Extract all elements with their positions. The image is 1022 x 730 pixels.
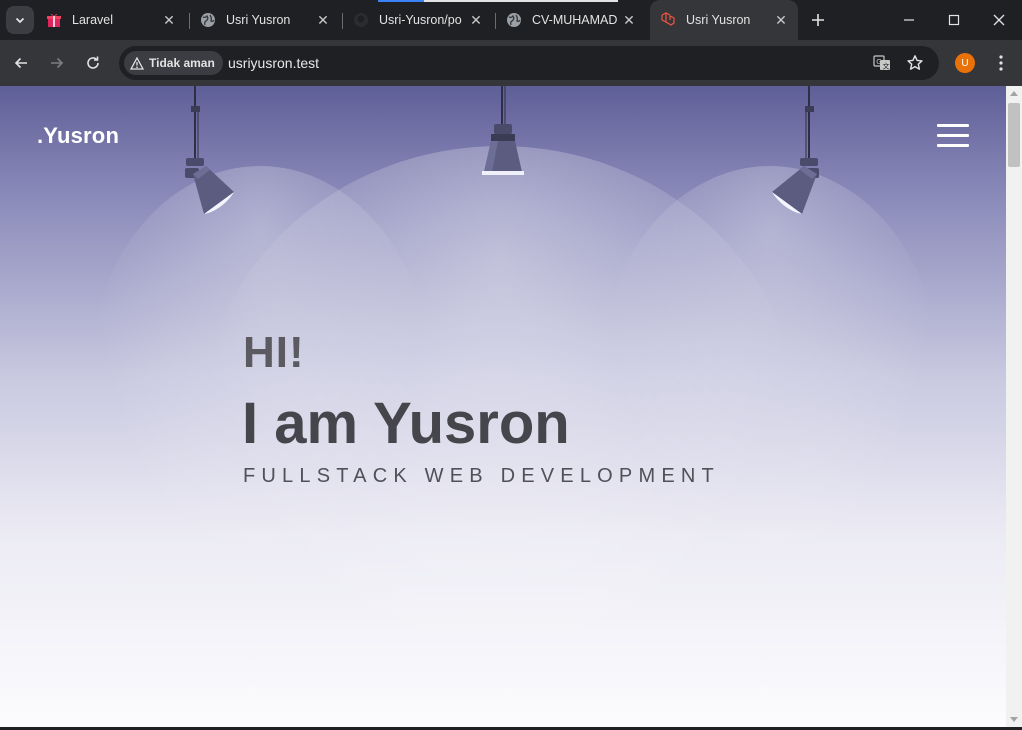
page-scrollbar[interactable] [1006, 86, 1022, 727]
translate-icon: G文 [873, 55, 890, 70]
close-icon[interactable]: ✕ [620, 11, 638, 29]
browser-menu-button[interactable] [991, 52, 1011, 74]
spotlight-glow-right [600, 166, 940, 586]
arrow-right-icon [51, 57, 64, 69]
forward-button[interactable] [45, 51, 69, 75]
spotlight-lamp-right [772, 86, 819, 214]
github-icon [353, 12, 369, 28]
site-logo[interactable]: .Yusron [37, 123, 119, 149]
new-tab-button[interactable] [808, 10, 828, 30]
tab-laravel[interactable]: Laravel ✕ [36, 0, 186, 40]
spotlight-lamp-center [482, 86, 524, 175]
scroll-down-arrow-icon[interactable] [1010, 717, 1018, 722]
hero-headline: I am Yusron [242, 391, 570, 456]
reload-button[interactable] [81, 51, 105, 75]
tab-usri-yusron[interactable]: Usri Yusron ✕ [190, 0, 340, 40]
address-bar[interactable]: Tidak aman usriyusron.test G文 [119, 46, 939, 80]
tab-usri-yusron-active[interactable]: Usri Yusron ✕ [650, 0, 798, 40]
profile-avatar[interactable]: U [955, 53, 975, 73]
arrow-left-icon [14, 57, 27, 69]
scroll-up-arrow-icon[interactable] [1010, 91, 1018, 96]
menu-toggle-button[interactable] [937, 124, 969, 148]
bookmark-button[interactable] [905, 53, 925, 73]
tab-title: Usri Yusron [686, 13, 751, 27]
page-viewport: .Yusron HI! I am Yusron FULLSTACK WEB DE… [0, 86, 1006, 727]
scrollbar-thumb[interactable] [1008, 103, 1020, 167]
spotlight-lamp-left [185, 86, 234, 214]
minimize-icon [904, 19, 914, 21]
close-icon [993, 14, 1005, 26]
profile-initial: U [961, 57, 969, 69]
svg-text:文: 文 [883, 61, 890, 70]
tab-cv[interactable]: CV-MUHAMAD ✕ [496, 0, 646, 40]
gift-icon [46, 12, 62, 28]
hamburger-icon [937, 144, 969, 147]
tab-title: Usri-Yusron/po [379, 13, 462, 27]
url-text[interactable]: usriyusron.test [228, 55, 319, 71]
svg-text:G: G [876, 58, 881, 66]
star-icon [907, 55, 923, 70]
chevron-down-icon [15, 17, 25, 24]
tab-github-repo[interactable]: Usri-Yusron/po ✕ [343, 0, 493, 40]
hero-subtitle: FULLSTACK WEB DEVELOPMENT [243, 465, 720, 487]
hero-greeting: HI! [243, 328, 305, 377]
plus-icon [812, 14, 824, 26]
more-vertical-icon [999, 55, 1003, 71]
security-chip[interactable]: Tidak aman [124, 51, 223, 75]
hamburger-icon [937, 124, 969, 127]
browser-toolbar: Tidak aman usriyusron.test G文 U [0, 40, 1022, 86]
maximize-button[interactable] [931, 0, 977, 40]
tab-search-button[interactable] [6, 6, 34, 34]
minimize-button[interactable] [886, 0, 932, 40]
close-icon[interactable]: ✕ [772, 11, 790, 29]
laravel-icon [660, 12, 676, 28]
translate-button[interactable]: G文 [872, 53, 892, 73]
globe-icon [200, 12, 216, 28]
back-button[interactable] [9, 51, 33, 75]
close-icon[interactable]: ✕ [467, 11, 485, 29]
tab-title: Usri Yusron [226, 13, 291, 27]
tab-title: CV-MUHAMAD [532, 13, 618, 27]
globe-icon [506, 12, 522, 28]
tab-strip: Laravel ✕ Usri Yusron ✕ Usri-Yusron/po ✕… [0, 0, 1022, 40]
reload-icon [87, 56, 99, 69]
security-chip-label: Tidak aman [149, 56, 215, 70]
hamburger-icon [937, 134, 969, 137]
tab-title: Laravel [72, 13, 113, 27]
close-icon[interactable]: ✕ [314, 11, 332, 29]
warning-icon [130, 56, 144, 70]
close-window-button[interactable] [976, 0, 1022, 40]
maximize-icon [948, 14, 960, 26]
close-icon[interactable]: ✕ [160, 11, 178, 29]
